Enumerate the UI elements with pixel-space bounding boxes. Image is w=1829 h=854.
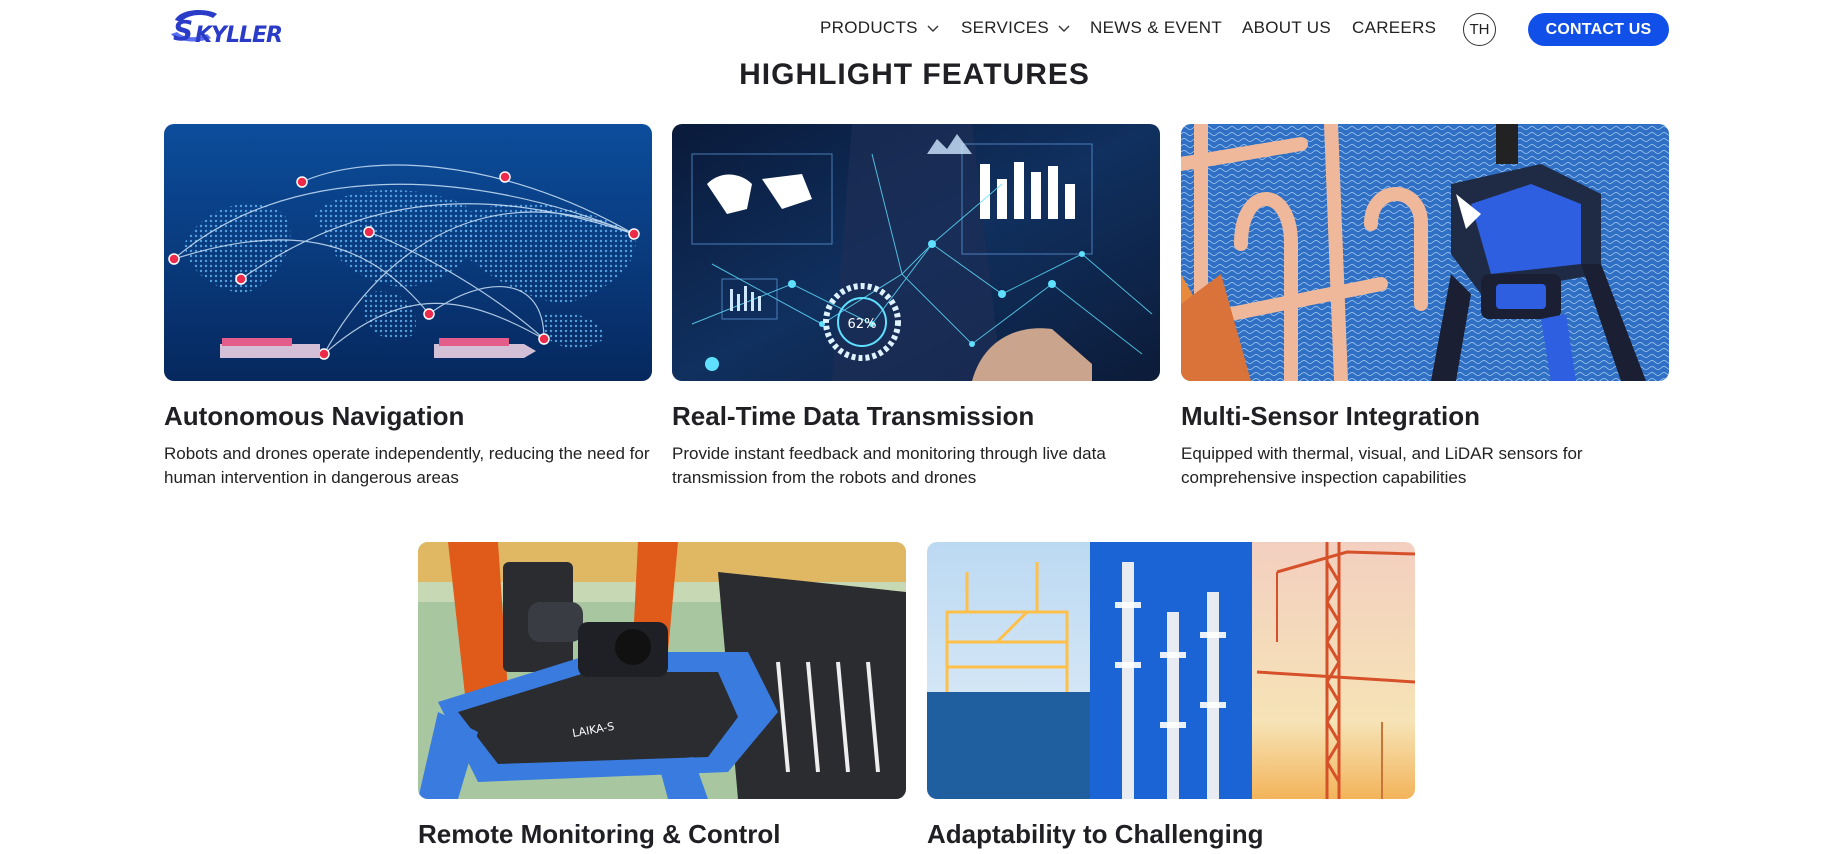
nav-products-label: PRODUCTS <box>820 18 918 37</box>
contact-us-button[interactable]: CONTACT US <box>1528 13 1669 46</box>
chevron-down-icon <box>927 25 939 32</box>
card-title: Multi-Sensor Integration <box>1181 401 1480 431</box>
card-title: Remote Monitoring & Control <box>418 819 781 849</box>
svg-text:KYLLER: KYLLER <box>195 23 282 48</box>
card-title: Adaptability to Challenging <box>927 819 1264 849</box>
robot-dog-offshore-image <box>1181 124 1669 381</box>
nav-news-event-label: NEWS & EVENT <box>1090 18 1223 37</box>
section-title: HIGHLIGHT FEATURES <box>739 58 1090 91</box>
card-description: Robots and drones operate independently,… <box>164 444 650 487</box>
world-map-routes-image <box>164 124 652 381</box>
card-title: Autonomous Navigation <box>164 401 465 431</box>
nav-products[interactable]: PRODUCTS <box>820 18 939 38</box>
nav-about-us-label: ABOUT US <box>1242 18 1331 37</box>
feature-card-real-time-data[interactable]: 62% Real-Time Data Transmission Provide … <box>672 124 1160 490</box>
industrial-collage-image <box>927 542 1415 799</box>
language-switch[interactable]: TH <box>1463 13 1496 46</box>
nav-services-label: SERVICES <box>961 18 1050 37</box>
gauge-percent: 62% <box>848 317 877 332</box>
feature-card-adaptability[interactable]: Adaptability to Challenging <box>927 542 1415 854</box>
skyller-logo[interactable]: S KYLLER <box>167 6 293 48</box>
nav-careers-label: CAREERS <box>1352 18 1437 37</box>
nav-news-event[interactable]: NEWS & EVENT <box>1090 18 1222 38</box>
card-description: Equipped with thermal, visual, and LiDAR… <box>1181 444 1583 487</box>
feature-card-autonomous-navigation[interactable]: Autonomous Navigation Robots and drones … <box>164 124 652 490</box>
data-dashboard-image: 62% <box>672 124 1160 381</box>
nav-about-us[interactable]: ABOUT US <box>1242 18 1331 38</box>
card-description: Provide instant feedback and monitoring … <box>672 444 1106 487</box>
feature-card-remote-monitoring[interactable]: LAIKA-S Remote Monitoring & Control <box>418 542 906 854</box>
chevron-down-icon <box>1058 25 1070 32</box>
feature-card-multi-sensor[interactable]: Multi-Sensor Integration Equipped with t… <box>1181 124 1669 490</box>
nav-services[interactable]: SERVICES <box>961 18 1070 38</box>
site-header: S KYLLER PRODUCTS SERVICES NEWS & EVENT … <box>0 0 1829 58</box>
nav-careers[interactable]: CAREERS <box>1352 18 1436 38</box>
svg-text:S: S <box>173 14 192 47</box>
robot-dog-closeup-image: LAIKA-S <box>418 542 906 799</box>
card-title: Real-Time Data Transmission <box>672 401 1035 431</box>
